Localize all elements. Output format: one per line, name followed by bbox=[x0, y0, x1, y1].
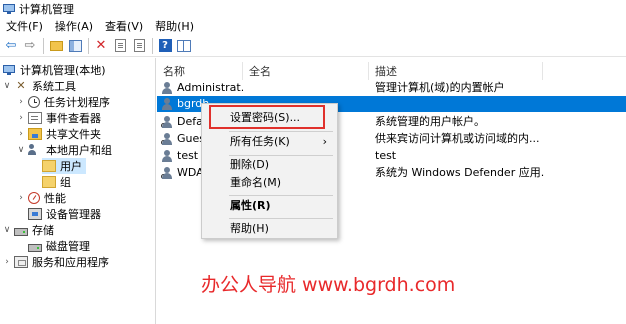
tree-label: 本地用户和组 bbox=[46, 144, 112, 157]
tree-item-system-tools[interactable]: ∨ ✕ 系统工具 bbox=[2, 78, 76, 94]
chevron-down-icon[interactable]: ∨ bbox=[16, 145, 26, 155]
tree-item-root[interactable]: 计算机管理(本地) bbox=[2, 62, 106, 78]
chevron-right-icon[interactable]: › bbox=[16, 193, 26, 203]
chevron-down-icon[interactable]: ∨ bbox=[2, 225, 12, 235]
shared-folder-icon bbox=[28, 128, 42, 140]
toolbar: ⇦ ⇨ ✕ ? bbox=[0, 35, 626, 57]
clock-icon bbox=[28, 96, 40, 108]
context-menu: 设置密码(S)... 所有任务(K) › 删除(D) 重命名(M) 属性(R) … bbox=[201, 103, 338, 239]
menu-item-properties[interactable]: 属性(R) bbox=[203, 196, 337, 216]
back-arrow-icon[interactable]: ⇦ bbox=[2, 37, 20, 55]
user-description: 供来宾访问计算机或访问域的内... bbox=[375, 132, 540, 145]
action-pane-icon[interactable] bbox=[175, 37, 193, 55]
tree-label: 计算机管理(本地) bbox=[20, 64, 106, 77]
tree-item-services-apps[interactable]: › 服务和应用程序 bbox=[2, 254, 109, 270]
chevron-right-icon[interactable]: › bbox=[16, 113, 26, 123]
toolbar-separator bbox=[88, 37, 89, 54]
tree-item-users[interactable]: 用户 bbox=[42, 158, 86, 174]
computer-icon bbox=[2, 64, 16, 76]
menu-item-all-tasks[interactable]: 所有任务(K) › bbox=[203, 132, 337, 152]
tools-icon: ✕ bbox=[16, 79, 26, 92]
highlight-box bbox=[209, 105, 325, 129]
delete-x-icon[interactable]: ✕ bbox=[92, 37, 110, 55]
tree-item-event-viewer[interactable]: › 事件查看器 bbox=[16, 110, 101, 126]
menu-item-label: 所有任务(K) bbox=[230, 135, 290, 148]
tree-label: 磁盘管理 bbox=[46, 240, 90, 253]
show-hide-console-tree-icon[interactable] bbox=[66, 37, 84, 55]
export-list-icon[interactable] bbox=[130, 37, 148, 55]
menu-action[interactable]: 操作(A) bbox=[49, 18, 99, 34]
tree-item-performance[interactable]: › 性能 bbox=[16, 190, 66, 206]
tree-item-task-scheduler[interactable]: › 任务计划程序 bbox=[16, 94, 110, 110]
tree-item-disk-management[interactable]: 磁盘管理 bbox=[28, 238, 90, 254]
user-disabled-icon bbox=[161, 133, 174, 145]
user-description: 系统为 Windows Defender 应用... bbox=[375, 166, 545, 179]
computer-management-icon bbox=[3, 3, 15, 15]
user-icon bbox=[161, 82, 174, 94]
toolbar-separator bbox=[43, 37, 44, 54]
title-bar: 计算机管理 bbox=[0, 0, 626, 17]
tree-item-storage[interactable]: ∨ 存储 bbox=[2, 222, 54, 238]
tree-label: 服务和应用程序 bbox=[32, 256, 109, 269]
help-icon[interactable]: ? bbox=[156, 37, 174, 55]
menu-help[interactable]: 帮助(H) bbox=[149, 18, 200, 34]
menu-item-help[interactable]: 帮助(H) bbox=[203, 219, 337, 239]
chevron-right-icon[interactable]: › bbox=[16, 97, 26, 107]
disk-icon bbox=[28, 244, 42, 252]
menu-file[interactable]: 文件(F) bbox=[0, 18, 49, 34]
users-icon bbox=[28, 144, 42, 156]
user-description: test bbox=[375, 149, 397, 162]
console-tree: 计算机管理(本地) ∨ ✕ 系统工具 › 任务计划程序 › 事件查看器 › 共享… bbox=[0, 58, 156, 324]
user-description: 管理计算机(域)的内置帐户 bbox=[375, 81, 505, 94]
table-row[interactable]: Administrat... 管理计算机(域)的内置帐户 bbox=[157, 80, 626, 96]
chevron-right-icon[interactable]: › bbox=[16, 129, 26, 139]
tree-label: 任务计划程序 bbox=[44, 96, 110, 109]
tree-item-device-manager[interactable]: 设备管理器 bbox=[28, 206, 101, 222]
menu-bar: 文件(F) 操作(A) 查看(V) 帮助(H) bbox=[0, 17, 626, 35]
tree-label: 组 bbox=[60, 176, 71, 189]
toolbar-separator bbox=[152, 37, 153, 54]
menu-item-delete[interactable]: 删除(D) bbox=[203, 155, 337, 175]
tree-label: 存储 bbox=[32, 224, 54, 237]
tree-item-groups[interactable]: 组 bbox=[42, 174, 71, 190]
tree-item-local-users-groups[interactable]: ∨ 本地用户和组 bbox=[16, 142, 112, 158]
tree-item-shared-folders[interactable]: › 共享文件夹 bbox=[16, 126, 101, 142]
user-description: 系统管理的用户帐户。 bbox=[375, 115, 485, 128]
menu-item-rename[interactable]: 重命名(M) bbox=[203, 173, 337, 193]
column-header-full-name[interactable]: 全名 bbox=[243, 62, 369, 80]
forward-arrow-icon[interactable]: ⇨ bbox=[21, 37, 39, 55]
tree-label: 系统工具 bbox=[32, 80, 76, 93]
device-manager-icon bbox=[28, 208, 42, 220]
user-icon bbox=[161, 150, 174, 162]
menu-view[interactable]: 查看(V) bbox=[99, 18, 149, 34]
column-header-description[interactable]: 描述 bbox=[369, 62, 543, 80]
event-log-icon bbox=[28, 112, 42, 124]
chevron-down-icon[interactable]: ∨ bbox=[2, 81, 12, 91]
tree-label: 用户 bbox=[60, 160, 82, 173]
storage-icon bbox=[14, 228, 28, 236]
watermark-text: 办公人导航 www.bgrdh.com bbox=[201, 274, 456, 296]
user-description bbox=[375, 96, 545, 112]
tree-label: 事件查看器 bbox=[46, 112, 101, 125]
up-folder-icon[interactable] bbox=[47, 37, 65, 55]
services-icon bbox=[14, 256, 28, 268]
performance-icon bbox=[28, 192, 40, 204]
chevron-right-icon[interactable]: › bbox=[2, 257, 12, 267]
window-title: 计算机管理 bbox=[19, 2, 74, 16]
folder-icon bbox=[42, 160, 56, 172]
tree-label: 共享文件夹 bbox=[46, 128, 101, 141]
properties-icon[interactable] bbox=[111, 37, 129, 55]
column-header-name[interactable]: 名称 bbox=[157, 62, 243, 80]
folder-icon bbox=[42, 176, 56, 188]
user-disabled-icon bbox=[161, 167, 174, 179]
user-full-name bbox=[249, 80, 359, 96]
user-icon bbox=[161, 98, 174, 110]
chevron-right-icon: › bbox=[322, 135, 327, 148]
tree-label: 性能 bbox=[44, 192, 66, 205]
user-disabled-icon bbox=[161, 116, 174, 128]
tree-label: 设备管理器 bbox=[46, 208, 101, 221]
user-name: Administrat... bbox=[177, 81, 243, 94]
